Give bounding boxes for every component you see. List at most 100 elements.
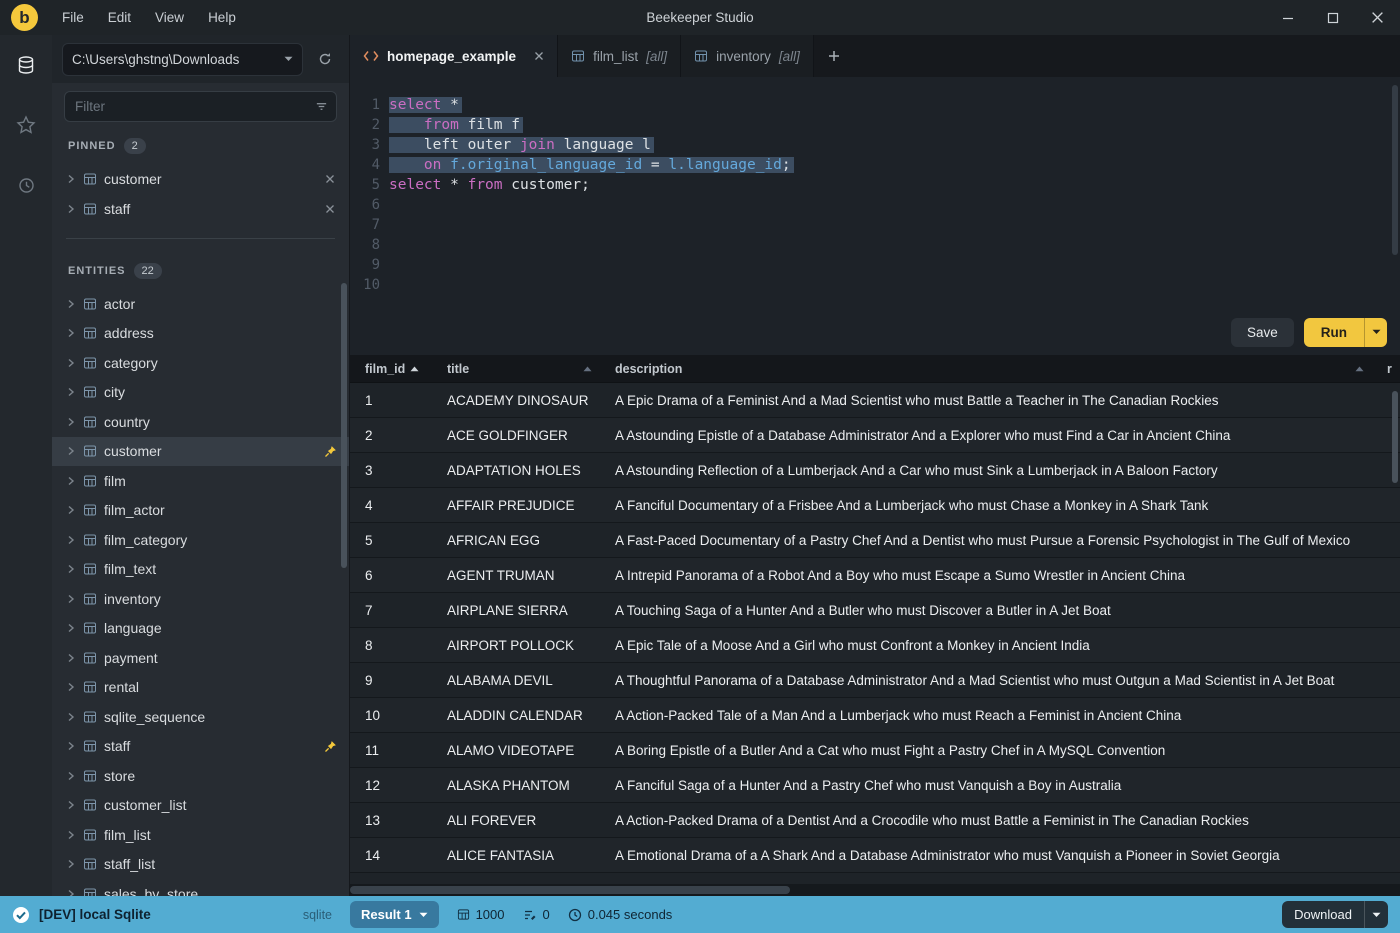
cell-description[interactable]: A Astounding Epistle of a Database Admin…: [600, 428, 1372, 443]
pinned-section-header[interactable]: PINNED 2: [52, 128, 349, 164]
entity-item-category[interactable]: category: [52, 348, 349, 378]
minimize-button[interactable]: [1265, 0, 1310, 35]
cell-title[interactable]: AFRICAN EGG: [432, 533, 600, 548]
cell-description[interactable]: A Action-Packed Tale of a Man And a Lumb…: [600, 708, 1372, 723]
new-tab-button[interactable]: [814, 35, 854, 77]
refresh-button[interactable]: [311, 45, 339, 73]
cell-title[interactable]: ALABAMA DEVIL: [432, 673, 600, 688]
download-button[interactable]: Download: [1282, 901, 1364, 928]
cell-title[interactable]: ALADDIN CALENDAR: [432, 708, 600, 723]
entity-item-inventory[interactable]: inventory: [52, 584, 349, 614]
connection-selector[interactable]: C:\Users\ghstng\Downloads: [62, 42, 303, 76]
cell-title[interactable]: ACE GOLDFINGER: [432, 428, 600, 443]
table-row[interactable]: 11 ALAMO VIDEOTAPE A Boring Epistle of a B…: [350, 733, 1400, 768]
cell-title[interactable]: AIRPORT POLLOCK: [432, 638, 600, 653]
menu-view[interactable]: View: [145, 6, 194, 29]
cell-description[interactable]: A Fanciful Saga of a Hunter And a Pastry…: [600, 778, 1372, 793]
pinned-item-customer[interactable]: customer: [52, 164, 349, 194]
menu-edit[interactable]: Edit: [98, 6, 141, 29]
entity-item-film_list[interactable]: film_list: [52, 820, 349, 850]
entity-item-sqlite_sequence[interactable]: sqlite_sequence: [52, 702, 349, 732]
history-rail-button[interactable]: [8, 167, 44, 203]
column-header-description[interactable]: description: [600, 355, 1372, 382]
cell-description[interactable]: A Action-Packed Drama of a Dentist And a…: [600, 813, 1372, 828]
entity-item-staff[interactable]: staff: [52, 732, 349, 762]
entity-item-country[interactable]: country: [52, 407, 349, 437]
maximize-button[interactable]: [1310, 0, 1355, 35]
cell-title[interactable]: ALICE FANTASIA: [432, 848, 600, 863]
unpin-close-button[interactable]: [323, 172, 337, 186]
table-row[interactable]: 5 AFRICAN EGG A Fast-Paced Documentary of …: [350, 523, 1400, 558]
cell-description[interactable]: A Epic Tale of a Moose And a Girl who mu…: [600, 638, 1372, 653]
cell-film_id[interactable]: 9: [350, 673, 432, 688]
cell-film_id[interactable]: 1: [350, 393, 432, 408]
save-button[interactable]: Save: [1230, 317, 1294, 347]
editor-scrollbar[interactable]: [1392, 85, 1398, 255]
column-header-film_id[interactable]: film_id: [350, 355, 432, 382]
cell-film_id[interactable]: 13: [350, 813, 432, 828]
table-row[interactable]: 8 AIRPORT POLLOCK A Epic Tale of a Moose A…: [350, 628, 1400, 663]
entity-item-actor[interactable]: actor: [52, 289, 349, 319]
close-window-button[interactable]: [1355, 0, 1400, 35]
entity-item-payment[interactable]: payment: [52, 643, 349, 673]
cell-film_id[interactable]: 12: [350, 778, 432, 793]
table-row[interactable]: 12 ALASKA PHANTOM A Fanciful Saga of a Hun…: [350, 768, 1400, 803]
entity-item-address[interactable]: address: [52, 319, 349, 349]
entity-item-customer[interactable]: customer: [52, 436, 349, 466]
cell-description[interactable]: A Fanciful Documentary of a Frisbee And …: [600, 498, 1372, 513]
filter-input[interactable]: [64, 91, 337, 122]
tab-homepage_example[interactable]: homepage_example: [350, 35, 559, 77]
databases-rail-button[interactable]: [8, 47, 44, 83]
table-row[interactable]: 3 ADAPTATION HOLES A Astounding Reflection…: [350, 453, 1400, 488]
tab-close-button[interactable]: [534, 51, 544, 61]
table-row[interactable]: 1 ACADEMY DINOSAUR A Epic Drama of a Femin…: [350, 383, 1400, 418]
entities-section-header[interactable]: ENTITIES 22: [52, 253, 349, 289]
cell-title[interactable]: AIRPLANE SIERRA: [432, 603, 600, 618]
table-row[interactable]: 7 AIRPLANE SIERRA A Touching Saga of a Hun…: [350, 593, 1400, 628]
entity-item-staff_list[interactable]: staff_list: [52, 850, 349, 880]
table-row[interactable]: 14 ALICE FANTASIA A Emotional Drama of a A…: [350, 838, 1400, 873]
entity-item-film[interactable]: film: [52, 466, 349, 496]
results-vertical-scrollbar[interactable]: [1392, 391, 1398, 483]
cell-description[interactable]: A Intrepid Panorama of a Robot And a Boy…: [600, 568, 1372, 583]
sidebar-scrollbar[interactable]: [341, 283, 347, 568]
entity-item-customer_list[interactable]: customer_list: [52, 791, 349, 821]
cell-description[interactable]: A Touching Saga of a Hunter And a Butler…: [600, 603, 1372, 618]
cell-description[interactable]: A Epic Drama of a Feminist And a Mad Sci…: [600, 393, 1372, 408]
download-options-button[interactable]: [1364, 901, 1388, 928]
cell-title[interactable]: ALI FOREVER: [432, 813, 600, 828]
cell-description[interactable]: A Boring Epistle of a Butler And a Cat w…: [600, 743, 1372, 758]
entity-item-rental[interactable]: rental: [52, 673, 349, 703]
entity-item-film_category[interactable]: film_category: [52, 525, 349, 555]
cell-film_id[interactable]: 4: [350, 498, 432, 513]
cell-description[interactable]: A Fast-Paced Documentary of a Pastry Che…: [600, 533, 1372, 548]
entity-item-store[interactable]: store: [52, 761, 349, 791]
cell-title[interactable]: ALAMO VIDEOTAPE: [432, 743, 600, 758]
tab-film_list[interactable]: film_list [all]: [558, 35, 682, 77]
cell-film_id[interactable]: 5: [350, 533, 432, 548]
cell-film_id[interactable]: 11: [350, 743, 432, 758]
cell-title[interactable]: AFFAIR PREJUDICE: [432, 498, 600, 513]
entity-item-film_actor[interactable]: film_actor: [52, 496, 349, 526]
cell-film_id[interactable]: 6: [350, 568, 432, 583]
table-row[interactable]: 9 ALABAMA DEVIL A Thoughtful Panorama of a…: [350, 663, 1400, 698]
cell-title[interactable]: ACADEMY DINOSAUR: [432, 393, 600, 408]
favorites-rail-button[interactable]: [8, 107, 44, 143]
column-header-r[interactable]: r: [1372, 355, 1400, 382]
run-button[interactable]: Run: [1303, 317, 1364, 347]
cell-film_id[interactable]: 8: [350, 638, 432, 653]
table-row[interactable]: 6 AGENT TRUMAN A Intrepid Panorama of a Ro…: [350, 558, 1400, 593]
entity-item-film_text[interactable]: film_text: [52, 555, 349, 585]
table-row[interactable]: 15ALIEN CENTERA Brilliant Drama of a Cat…: [350, 873, 1400, 885]
menu-file[interactable]: File: [52, 6, 94, 29]
entity-item-language[interactable]: language: [52, 614, 349, 644]
run-options-button[interactable]: [1364, 317, 1387, 347]
cell-film_id[interactable]: 10: [350, 708, 432, 723]
unpin-close-button[interactable]: [323, 202, 337, 216]
cell-film_id[interactable]: 3: [350, 463, 432, 478]
table-row[interactable]: 4 AFFAIR PREJUDICE A Fanciful Documentary …: [350, 488, 1400, 523]
cell-title[interactable]: ALASKA PHANTOM: [432, 778, 600, 793]
table-row[interactable]: 2 ACE GOLDFINGER A Astounding Epistle of a…: [350, 418, 1400, 453]
table-row[interactable]: 10 ALADDIN CALENDAR A Action-Packed Tale o…: [350, 698, 1400, 733]
cell-description[interactable]: A Emotional Drama of a A Shark And a Dat…: [600, 848, 1372, 863]
